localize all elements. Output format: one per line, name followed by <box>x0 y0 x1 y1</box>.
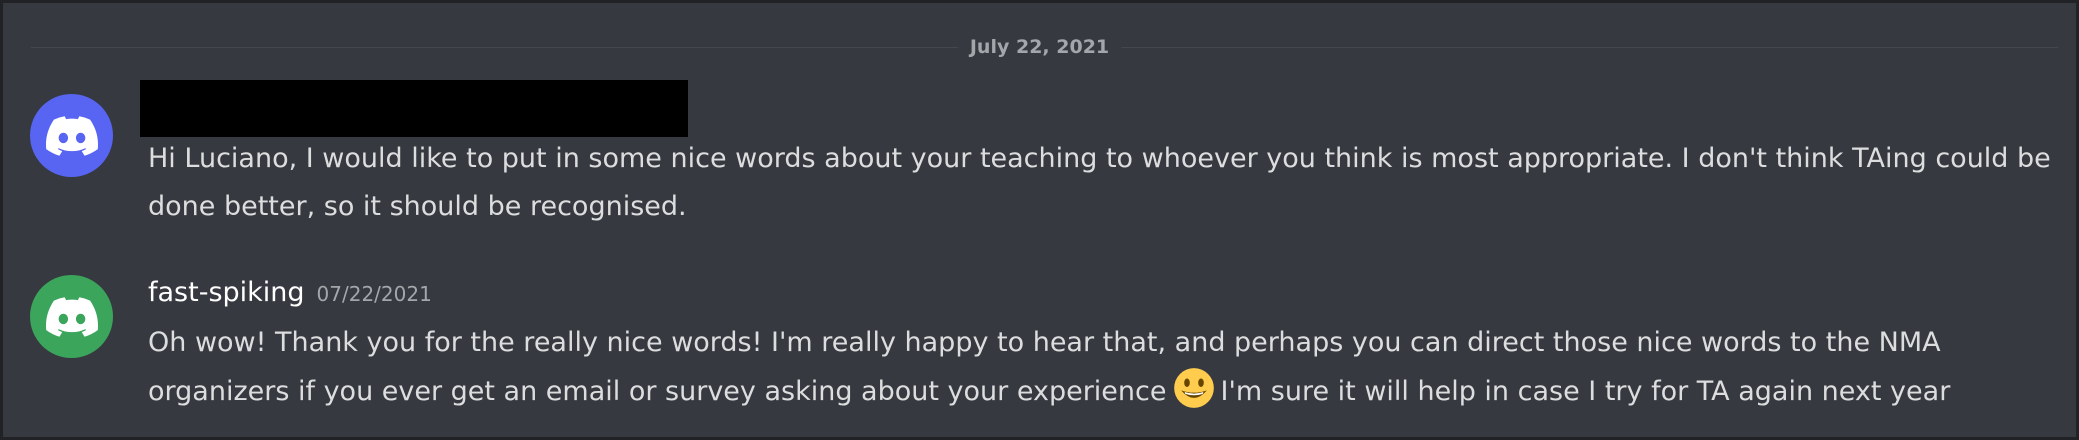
message-header: fast-spiking 07/22/2021 <box>148 275 432 314</box>
discord-logo-icon <box>45 115 98 156</box>
timestamp[interactable]: 07/22/2021 <box>317 282 432 306</box>
message-content: Hi Luciano, I would like to put in some … <box>148 143 2051 222</box>
avatar[interactable] <box>30 94 113 177</box>
message-text: I'm sure it will help in case I try for … <box>1220 376 1951 407</box>
redacted-username <box>140 80 688 137</box>
message-content: Oh wow! Thank you for the really nice wo… <box>148 319 2051 416</box>
date-divider-label: July 22, 2021 <box>957 36 1122 58</box>
avatar[interactable] <box>30 275 113 358</box>
username[interactable]: fast-spiking <box>148 277 305 308</box>
discord-logo-icon <box>45 296 98 337</box>
smiley-emoji-icon[interactable] <box>1173 367 1215 409</box>
chat-window: July 22, 2021 Hi Luciano, I would like t… <box>0 0 2079 440</box>
